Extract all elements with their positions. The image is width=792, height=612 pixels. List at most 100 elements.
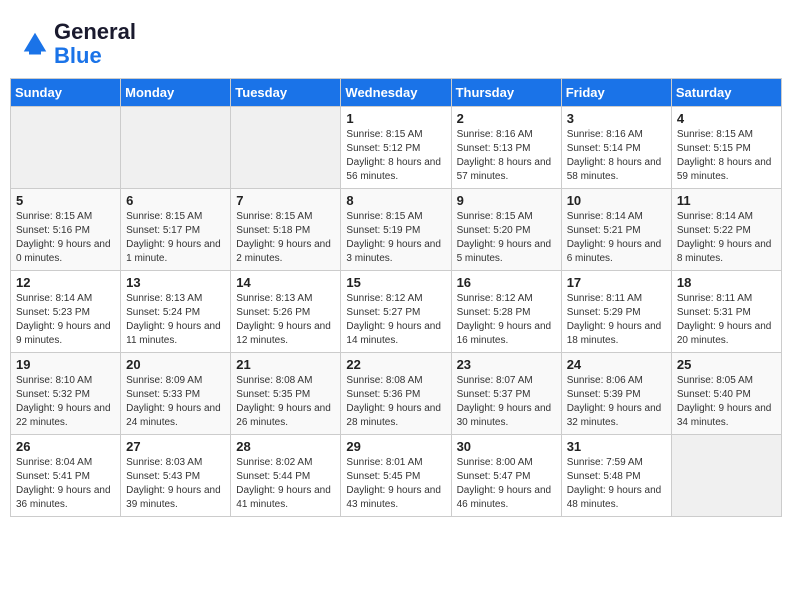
day-info: Sunrise: 8:08 AMSunset: 5:35 PMDaylight:…: [236, 374, 335, 430]
day-cell: 10 Sunrise: 8:14 AMSunset: 5:21 PMDayligh…: [561, 189, 671, 271]
logo-icon: [20, 29, 50, 59]
weekday-header-tuesday: Tuesday: [231, 79, 341, 107]
weekday-header-thursday: Thursday: [451, 79, 561, 107]
calendar-table: SundayMondayTuesdayWednesdayThursdayFrid…: [10, 78, 782, 517]
day-cell: 14 Sunrise: 8:13 AMSunset: 5:26 PMDayligh…: [231, 271, 341, 353]
day-number: 4: [677, 111, 776, 126]
day-cell: 18 Sunrise: 8:11 AMSunset: 5:31 PMDayligh…: [671, 271, 781, 353]
day-cell: 4 Sunrise: 8:15 AMSunset: 5:15 PMDaylight…: [671, 107, 781, 189]
day-number: 8: [346, 193, 445, 208]
day-info: Sunrise: 8:08 AMSunset: 5:36 PMDaylight:…: [346, 374, 445, 430]
weekday-header-sunday: Sunday: [11, 79, 121, 107]
day-cell: [671, 435, 781, 517]
day-number: 7: [236, 193, 335, 208]
day-cell: 12 Sunrise: 8:14 AMSunset: 5:23 PMDayligh…: [11, 271, 121, 353]
week-row-1: 1 Sunrise: 8:15 AMSunset: 5:12 PMDaylight…: [11, 107, 782, 189]
day-number: 3: [567, 111, 666, 126]
day-info: Sunrise: 8:15 AMSunset: 5:15 PMDaylight:…: [677, 128, 776, 184]
day-cell: 29 Sunrise: 8:01 AMSunset: 5:45 PMDayligh…: [341, 435, 451, 517]
day-number: 14: [236, 275, 335, 290]
day-cell: 8 Sunrise: 8:15 AMSunset: 5:19 PMDaylight…: [341, 189, 451, 271]
day-info: Sunrise: 8:00 AMSunset: 5:47 PMDaylight:…: [457, 456, 556, 512]
day-number: 10: [567, 193, 666, 208]
day-number: 16: [457, 275, 556, 290]
logo-text: General Blue: [54, 20, 136, 68]
day-number: 27: [126, 439, 225, 454]
day-info: Sunrise: 8:02 AMSunset: 5:44 PMDaylight:…: [236, 456, 335, 512]
day-cell: 26 Sunrise: 8:04 AMSunset: 5:41 PMDayligh…: [11, 435, 121, 517]
day-info: Sunrise: 8:12 AMSunset: 5:28 PMDaylight:…: [457, 292, 556, 348]
day-cell: 15 Sunrise: 8:12 AMSunset: 5:27 PMDayligh…: [341, 271, 451, 353]
day-number: 17: [567, 275, 666, 290]
day-info: Sunrise: 8:07 AMSunset: 5:37 PMDaylight:…: [457, 374, 556, 430]
day-number: 25: [677, 357, 776, 372]
day-info: Sunrise: 8:16 AMSunset: 5:13 PMDaylight:…: [457, 128, 556, 184]
day-info: Sunrise: 8:15 AMSunset: 5:19 PMDaylight:…: [346, 210, 445, 266]
day-info: Sunrise: 8:03 AMSunset: 5:43 PMDaylight:…: [126, 456, 225, 512]
day-cell: 27 Sunrise: 8:03 AMSunset: 5:43 PMDayligh…: [121, 435, 231, 517]
day-info: Sunrise: 8:04 AMSunset: 5:41 PMDaylight:…: [16, 456, 115, 512]
day-number: 26: [16, 439, 115, 454]
day-info: Sunrise: 8:14 AMSunset: 5:21 PMDaylight:…: [567, 210, 666, 266]
day-info: Sunrise: 8:11 AMSunset: 5:31 PMDaylight:…: [677, 292, 776, 348]
day-cell: 23 Sunrise: 8:07 AMSunset: 5:37 PMDayligh…: [451, 353, 561, 435]
day-number: 29: [346, 439, 445, 454]
week-row-3: 12 Sunrise: 8:14 AMSunset: 5:23 PMDayligh…: [11, 271, 782, 353]
day-number: 15: [346, 275, 445, 290]
day-number: 12: [16, 275, 115, 290]
day-number: 22: [346, 357, 445, 372]
day-info: Sunrise: 8:15 AMSunset: 5:16 PMDaylight:…: [16, 210, 115, 266]
day-cell: 22 Sunrise: 8:08 AMSunset: 5:36 PMDayligh…: [341, 353, 451, 435]
day-info: Sunrise: 8:15 AMSunset: 5:12 PMDaylight:…: [346, 128, 445, 184]
day-number: 23: [457, 357, 556, 372]
day-cell: 9Sunrise: 8:15 AMSunset: 5:20 PMDaylight…: [451, 189, 561, 271]
day-cell: 19Sunrise: 8:10 AMSunset: 5:32 PMDayligh…: [11, 353, 121, 435]
day-info: Sunrise: 8:11 AMSunset: 5:29 PMDaylight:…: [567, 292, 666, 348]
day-number: 24: [567, 357, 666, 372]
day-info: Sunrise: 8:15 AMSunset: 5:17 PMDaylight:…: [126, 210, 225, 266]
day-number: 13: [126, 275, 225, 290]
day-cell: 30 Sunrise: 8:00 AMSunset: 5:47 PMDayligh…: [451, 435, 561, 517]
day-number: 6: [126, 193, 225, 208]
day-number: 19: [16, 357, 115, 372]
day-info: Sunrise: 8:13 AMSunset: 5:26 PMDaylight:…: [236, 292, 335, 348]
weekday-header-friday: Friday: [561, 79, 671, 107]
day-info: Sunrise: 8:01 AMSunset: 5:45 PMDaylight:…: [346, 456, 445, 512]
day-info: Sunrise: 8:05 AMSunset: 5:40 PMDaylight:…: [677, 374, 776, 430]
day-number: 1: [346, 111, 445, 126]
day-number: 5: [16, 193, 115, 208]
day-cell: 2Sunrise: 8:16 AMSunset: 5:13 PMDaylight…: [451, 107, 561, 189]
day-cell: 31Sunrise: 7:59 AMSunset: 5:48 PMDayligh…: [561, 435, 671, 517]
day-info: Sunrise: 8:13 AMSunset: 5:24 PMDaylight:…: [126, 292, 225, 348]
weekday-header-row: SundayMondayTuesdayWednesdayThursdayFrid…: [11, 79, 782, 107]
day-info: Sunrise: 8:12 AMSunset: 5:27 PMDaylight:…: [346, 292, 445, 348]
week-row-2: 5 Sunrise: 8:15 AMSunset: 5:16 PMDaylight…: [11, 189, 782, 271]
page-header: General Blue: [10, 10, 782, 73]
day-cell: 28 Sunrise: 8:02 AMSunset: 5:44 PMDayligh…: [231, 435, 341, 517]
day-number: 20: [126, 357, 225, 372]
weekday-header-wednesday: Wednesday: [341, 79, 451, 107]
day-cell: 7 Sunrise: 8:15 AMSunset: 5:18 PMDaylight…: [231, 189, 341, 271]
day-info: Sunrise: 8:14 AMSunset: 5:23 PMDaylight:…: [16, 292, 115, 348]
day-info: Sunrise: 8:06 AMSunset: 5:39 PMDaylight:…: [567, 374, 666, 430]
day-info: Sunrise: 8:16 AMSunset: 5:14 PMDaylight:…: [567, 128, 666, 184]
day-cell: 13 Sunrise: 8:13 AMSunset: 5:24 PMDayligh…: [121, 271, 231, 353]
day-cell: 11Sunrise: 8:14 AMSunset: 5:22 PMDayligh…: [671, 189, 781, 271]
day-cell: 20 Sunrise: 8:09 AMSunset: 5:33 PMDayligh…: [121, 353, 231, 435]
day-info: Sunrise: 8:09 AMSunset: 5:33 PMDaylight:…: [126, 374, 225, 430]
week-row-5: 26 Sunrise: 8:04 AMSunset: 5:41 PMDayligh…: [11, 435, 782, 517]
day-cell: 25 Sunrise: 8:05 AMSunset: 5:40 PMDayligh…: [671, 353, 781, 435]
week-row-4: 19Sunrise: 8:10 AMSunset: 5:32 PMDayligh…: [11, 353, 782, 435]
day-cell: 6 Sunrise: 8:15 AMSunset: 5:17 PMDaylight…: [121, 189, 231, 271]
day-cell: 24 Sunrise: 8:06 AMSunset: 5:39 PMDayligh…: [561, 353, 671, 435]
weekday-header-monday: Monday: [121, 79, 231, 107]
weekday-header-saturday: Saturday: [671, 79, 781, 107]
day-info: Sunrise: 8:15 AMSunset: 5:18 PMDaylight:…: [236, 210, 335, 266]
day-number: 30: [457, 439, 556, 454]
day-cell: [231, 107, 341, 189]
day-number: 28: [236, 439, 335, 454]
day-number: 18: [677, 275, 776, 290]
logo: General Blue: [20, 20, 136, 68]
day-info: Sunrise: 8:14 AMSunset: 5:22 PMDaylight:…: [677, 210, 776, 266]
day-info: Sunrise: 7:59 AMSunset: 5:48 PMDaylight:…: [567, 456, 666, 512]
